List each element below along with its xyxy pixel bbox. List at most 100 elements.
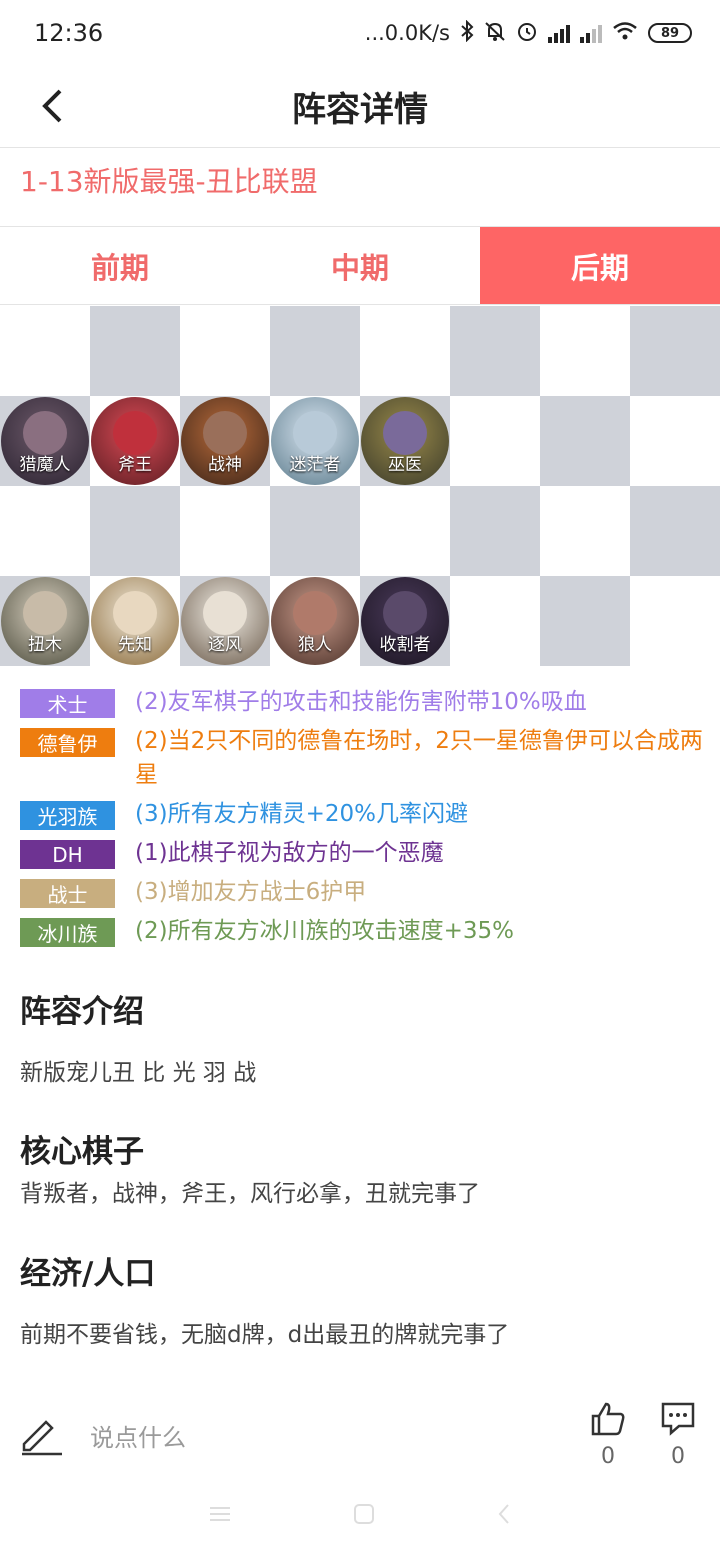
synergy-badge: DH	[20, 840, 115, 869]
synergy-desc: (2)所有友方冰川族的攻击速度+35%	[135, 918, 514, 944]
hero-name: 猎魔人	[19, 455, 71, 475]
board-cell	[630, 486, 720, 576]
hero-name: 狼人	[298, 635, 332, 655]
board-cell: 逐风	[180, 576, 270, 666]
board-cell: 斧王	[90, 396, 180, 486]
board-cell	[0, 306, 90, 396]
hero-witch-doctor[interactable]: 巫医	[361, 397, 449, 485]
intro-text: 新版宠儿丑 比 光 羽 战	[20, 1060, 257, 1086]
hero-portrait	[383, 591, 427, 635]
board-cell	[630, 396, 720, 486]
status-time: 12:36	[34, 19, 104, 47]
hero-lost[interactable]: 迷茫者	[271, 397, 359, 485]
board-cell: 先知	[90, 576, 180, 666]
board-cell	[540, 396, 630, 486]
hero-portrait	[203, 591, 247, 635]
board-cell	[450, 306, 540, 396]
signal-hd-icon	[548, 23, 570, 43]
board-cell	[540, 576, 630, 666]
thumbs-up-icon	[591, 1402, 625, 1436]
board-cell	[90, 306, 180, 396]
hero-name: 斧王	[118, 455, 152, 475]
tab-early[interactable]: 前期	[0, 227, 240, 304]
stage-tabs: 前期 中期 后期	[0, 226, 720, 305]
hero-portrait	[383, 411, 427, 455]
like-button[interactable]: 0	[586, 1400, 630, 1469]
alarm-icon	[516, 20, 538, 47]
hero-name: 战神	[208, 455, 242, 475]
chevron-left-icon	[42, 89, 62, 123]
tab-late[interactable]: 后期	[480, 227, 720, 304]
synergy-badge: 术士	[20, 689, 115, 718]
synergy-desc: (2)当2只不同的德鲁在场时，2只一星德鲁伊可以合成两星	[135, 728, 703, 788]
synergy-item: 德鲁伊 (2)当2只不同的德鲁在场时，2只一星德鲁伊可以合成两星	[20, 727, 710, 792]
core-title: 核心棋子	[20, 1134, 144, 1170]
board-cell	[630, 576, 720, 666]
synergy-badge: 冰川族	[20, 918, 115, 947]
economy-text: 前期不要省钱，无脑d牌，d出最丑的牌就完事了	[20, 1322, 510, 1348]
synergy-item: 战士 (3)增加友方战士6护甲	[20, 878, 710, 909]
core-text: 背叛者，战神，斧王，风行必拿，丑就完事了	[20, 1181, 480, 1207]
synergy-item: 光羽族 (3)所有友方精灵+20%几率闪避	[20, 800, 710, 831]
pen-icon[interactable]	[18, 1410, 64, 1456]
hero-portrait	[203, 411, 247, 455]
hero-slayer[interactable]: 猎魔人	[1, 397, 89, 485]
board-cell	[540, 306, 630, 396]
synergy-desc: (2)友军棋子的攻击和技能伤害附带10%吸血	[135, 689, 587, 715]
board-cell	[180, 306, 270, 396]
board-cell	[540, 486, 630, 576]
hero-name: 迷茫者	[289, 455, 341, 475]
page-title: 阵容详情	[292, 90, 428, 130]
economy-title: 经济/人口	[20, 1256, 156, 1292]
hero-prophet[interactable]: 先知	[91, 577, 179, 665]
hero-treant[interactable]: 扭木	[1, 577, 89, 665]
chess-board: 猎魔人 斧王 战神 迷茫者 巫医 扭木 先知 逐风 狼人 收割者	[0, 306, 720, 666]
signal-icon	[580, 23, 602, 43]
board-cell	[180, 486, 270, 576]
status-icons: ...0.0K/s 89	[364, 19, 692, 47]
back-button[interactable]	[30, 84, 74, 128]
hero-windranger[interactable]: 逐风	[181, 577, 269, 665]
hero-portrait	[293, 591, 337, 635]
intro-title: 阵容介绍	[20, 994, 144, 1030]
comment-button[interactable]: 0	[656, 1400, 700, 1469]
board-cell: 狼人	[270, 576, 360, 666]
synergy-desc: (3)所有友方精灵+20%几率闪避	[135, 801, 468, 827]
hero-portrait	[113, 591, 157, 635]
back-nav-icon[interactable]	[496, 1502, 512, 1530]
board-cell	[360, 486, 450, 576]
comment-input[interactable]: 说点什么	[90, 1418, 186, 1453]
home-icon[interactable]	[352, 1502, 376, 1530]
synergy-badge: 战士	[20, 879, 115, 908]
board-cell: 迷茫者	[270, 396, 360, 486]
board-cell: 猎魔人	[0, 396, 90, 486]
hero-name: 巫医	[388, 455, 422, 475]
system-nav-bar	[0, 1490, 720, 1542]
hero-reaper[interactable]: 收割者	[361, 577, 449, 665]
bluetooth-icon	[460, 19, 474, 47]
comment-count: 0	[671, 1444, 685, 1469]
board-cell	[450, 576, 540, 666]
board-cell	[630, 306, 720, 396]
hero-war-god[interactable]: 战神	[181, 397, 269, 485]
synergy-desc: (1)此棋子视为敌方的一个恶魔	[135, 840, 444, 866]
tab-mid[interactable]: 中期	[240, 227, 480, 304]
synergy-item: 冰川族 (2)所有友方冰川族的攻击速度+35%	[20, 917, 710, 948]
status-bar: 12:36 ...0.0K/s 89	[0, 0, 720, 66]
board-cell	[270, 486, 360, 576]
board-cell: 收割者	[360, 576, 450, 666]
network-speed: ...0.0K/s	[364, 21, 450, 45]
bottom-action-bar: 说点什么 0 0	[0, 1392, 720, 1482]
synergy-badge: 德鲁伊	[20, 728, 115, 757]
board-cell	[0, 486, 90, 576]
hero-werewolf[interactable]: 狼人	[271, 577, 359, 665]
mute-icon	[484, 20, 506, 47]
hero-axe[interactable]: 斧王	[91, 397, 179, 485]
hero-portrait	[23, 591, 67, 635]
hero-portrait	[113, 411, 157, 455]
menu-icon[interactable]	[208, 1504, 232, 1528]
board-cell: 战神	[180, 396, 270, 486]
board-cell	[450, 486, 540, 576]
hero-portrait	[293, 411, 337, 455]
board-cell	[90, 486, 180, 576]
